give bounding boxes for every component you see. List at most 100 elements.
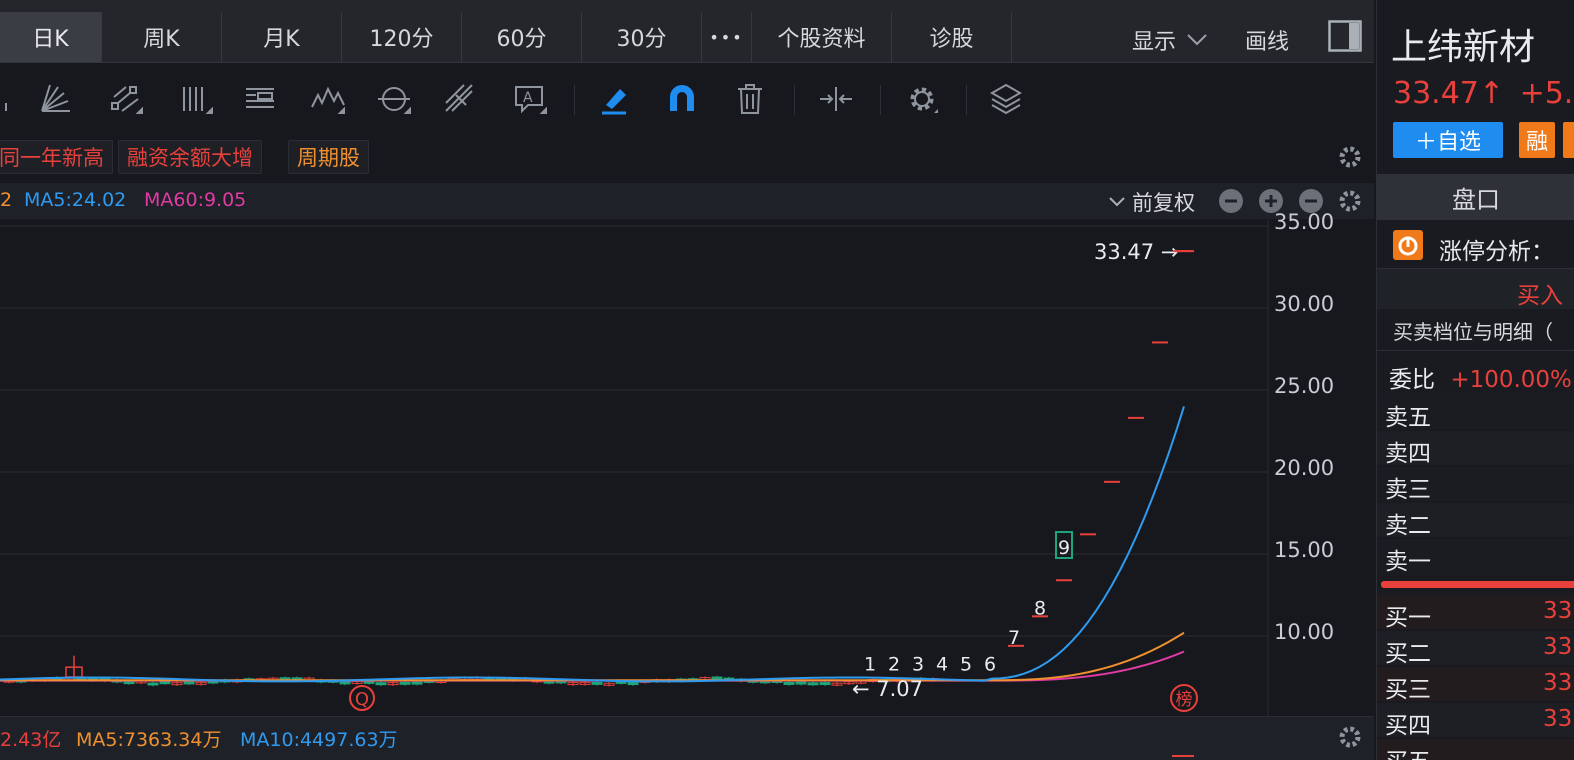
gear-icon[interactable] bbox=[902, 79, 942, 119]
trash-icon[interactable] bbox=[730, 79, 770, 119]
candle-body bbox=[399, 681, 411, 685]
buy-level-row[interactable]: 买二 33 bbox=[1377, 631, 1574, 667]
fib-levels-icon[interactable] bbox=[240, 79, 280, 119]
buy-level-row[interactable]: 买四 33 bbox=[1377, 703, 1574, 739]
candle-body bbox=[375, 682, 387, 686]
adjust-label: 前复权 bbox=[1132, 191, 1195, 215]
vertical-lines-icon[interactable] bbox=[176, 79, 216, 119]
zigzag-icon[interactable] bbox=[308, 79, 348, 119]
buy-header-row: 买入 bbox=[1377, 268, 1574, 309]
tag-cyclical[interactable]: 周期股 bbox=[288, 140, 369, 174]
stock-name: 上纬新材 bbox=[1391, 27, 1536, 68]
tab-weekly-k[interactable]: 周K bbox=[102, 12, 222, 62]
toolbar-divider bbox=[966, 85, 967, 115]
add-watchlist-button[interactable]: ＋自选 bbox=[1393, 122, 1503, 158]
sell-level-label: 卖二 bbox=[1385, 513, 1431, 539]
magnet-icon[interactable] bbox=[662, 79, 702, 119]
q-marker: Q bbox=[355, 689, 369, 710]
sell-level-row[interactable]: 卖二 bbox=[1377, 503, 1574, 539]
buy-level-row[interactable]: 买五 bbox=[1377, 739, 1574, 760]
candle-body bbox=[783, 681, 795, 685]
tab-diagnose[interactable]: 诊股 bbox=[892, 12, 1012, 62]
td-count-label: 1 bbox=[864, 653, 876, 675]
volume-ma10-value: MA10:4497.63万 bbox=[240, 729, 398, 751]
candle-body bbox=[123, 681, 135, 685]
sell-level-row[interactable]: 卖一 bbox=[1377, 539, 1574, 575]
tag-label: 周期股 bbox=[297, 146, 360, 170]
volume-value: 2.43亿 bbox=[0, 729, 62, 751]
candle-body bbox=[627, 682, 639, 686]
svg-text:A: A bbox=[523, 90, 533, 106]
margin-badge-label: 融 bbox=[1525, 130, 1548, 155]
more-icon: ••• bbox=[709, 27, 744, 47]
draw-line-button[interactable]: 画线 bbox=[1245, 24, 1289, 56]
cycle-tool-icon[interactable] bbox=[374, 79, 414, 119]
buy-level-label: 买三 bbox=[1385, 677, 1431, 703]
td-count-label: 6 bbox=[984, 653, 996, 675]
kline-chart-svg: 33.47 → ← 7.071 2 3 4 5 678 9 Q 榜 bbox=[0, 220, 1269, 716]
volume-settings-gear-icon[interactable] bbox=[1336, 723, 1364, 755]
tag-label: 融资余额大增 bbox=[127, 146, 253, 170]
limit-analysis-icon bbox=[1393, 230, 1423, 260]
tab-60min[interactable]: 60分 bbox=[462, 12, 582, 62]
weibi-value: +100.00% bbox=[1450, 367, 1572, 393]
tab-order-book[interactable]: 盘口 bbox=[1377, 174, 1574, 220]
kline-chart[interactable]: 33.47 → ← 7.07 1 2 3 4 5 6 7 8 9 Q 榜 35.00 30.00 25.00… bbox=[0, 210, 1374, 716]
period-tab-bar: 日K 周K 月K 120分 60分 30分 ••• 个股资料 诊股 显示 画线 bbox=[0, 0, 1374, 63]
buy-level-row[interactable]: 买一 33 bbox=[1377, 595, 1574, 631]
volume-ma5-value: MA5:7363.34万 bbox=[76, 729, 222, 751]
y-tick-label: 20.00 bbox=[1274, 456, 1335, 480]
adjust-dropdown[interactable]: 前复权 bbox=[1108, 187, 1195, 217]
td-count-label: 7 bbox=[1008, 627, 1020, 649]
display-dropdown[interactable]: 显示 bbox=[1132, 24, 1208, 56]
tag-margin-increase[interactable]: 融资余额大增 bbox=[118, 140, 262, 174]
sell-level-row[interactable]: 卖三 bbox=[1377, 467, 1574, 503]
fan-tool-icon[interactable] bbox=[36, 79, 76, 119]
td-count-label: 4 bbox=[936, 653, 948, 675]
ma-indicator-bar: 2 MA5:24.02 MA60:9.05 前复权 bbox=[0, 183, 1374, 219]
tab-daily-k[interactable]: 日K bbox=[0, 12, 102, 62]
highlighter-icon[interactable] bbox=[594, 79, 634, 119]
chart-settings-gear-icon[interactable] bbox=[1336, 187, 1364, 219]
layers-icon[interactable] bbox=[986, 79, 1026, 119]
sell-level-row[interactable]: 卖五 bbox=[1377, 395, 1574, 431]
order-detail-title[interactable]: 买卖档位与明细（ bbox=[1393, 316, 1574, 345]
tab-stock-profile[interactable]: 个股资料 bbox=[752, 12, 892, 62]
panel-toggle-icon[interactable] bbox=[1328, 20, 1362, 52]
buy-level-label: 买二 bbox=[1385, 641, 1431, 667]
candle-body bbox=[807, 682, 819, 686]
more-tabs-button[interactable]: ••• bbox=[702, 12, 752, 62]
tag-settings-gear-icon[interactable] bbox=[1336, 143, 1364, 175]
price-change: +5. bbox=[1519, 76, 1574, 111]
y-tick-label: 30.00 bbox=[1274, 292, 1335, 316]
candle-body bbox=[795, 681, 807, 685]
limit-analysis-label[interactable]: 涨停分析： bbox=[1439, 232, 1574, 266]
text-annotation-icon[interactable]: A bbox=[510, 79, 550, 119]
pitchfork-icon[interactable] bbox=[440, 79, 480, 119]
chevron-down-icon bbox=[1187, 34, 1207, 46]
tab-monthly-k[interactable]: 月K bbox=[222, 12, 342, 62]
add-watchlist-label: ＋自选 bbox=[1414, 130, 1481, 155]
td-count-label: 3 bbox=[912, 653, 924, 675]
tab-30min[interactable]: 30分 bbox=[582, 12, 702, 62]
td-count-label: 9 bbox=[1058, 537, 1070, 559]
bid-ask-ratio-bar bbox=[1381, 581, 1574, 588]
zoom-out-icon[interactable] bbox=[1218, 188, 1244, 218]
low-price-label: ← 7.07 bbox=[852, 677, 923, 701]
channel-tool-icon[interactable] bbox=[106, 79, 146, 119]
candle-body bbox=[411, 681, 423, 685]
toolbar-divider bbox=[880, 85, 881, 115]
tab-label: 120分 bbox=[369, 27, 434, 52]
weibi-label: 委比 bbox=[1389, 367, 1435, 393]
tab-label: 个股资料 bbox=[777, 27, 866, 52]
margin-badge[interactable]: 融 bbox=[1519, 122, 1555, 158]
buy-level-row[interactable]: 买三 33 bbox=[1377, 667, 1574, 703]
display-label: 显示 bbox=[1132, 30, 1177, 55]
tag-year-high[interactable]: 同一年新高 bbox=[0, 140, 113, 174]
compress-icon[interactable] bbox=[816, 79, 856, 119]
tab-120min[interactable]: 120分 bbox=[342, 12, 462, 62]
line-tool-icon[interactable] bbox=[0, 79, 26, 119]
sell-level-row[interactable]: 卖四 bbox=[1377, 431, 1574, 467]
sell-level-label: 卖一 bbox=[1385, 549, 1431, 575]
candle-body bbox=[147, 682, 159, 686]
